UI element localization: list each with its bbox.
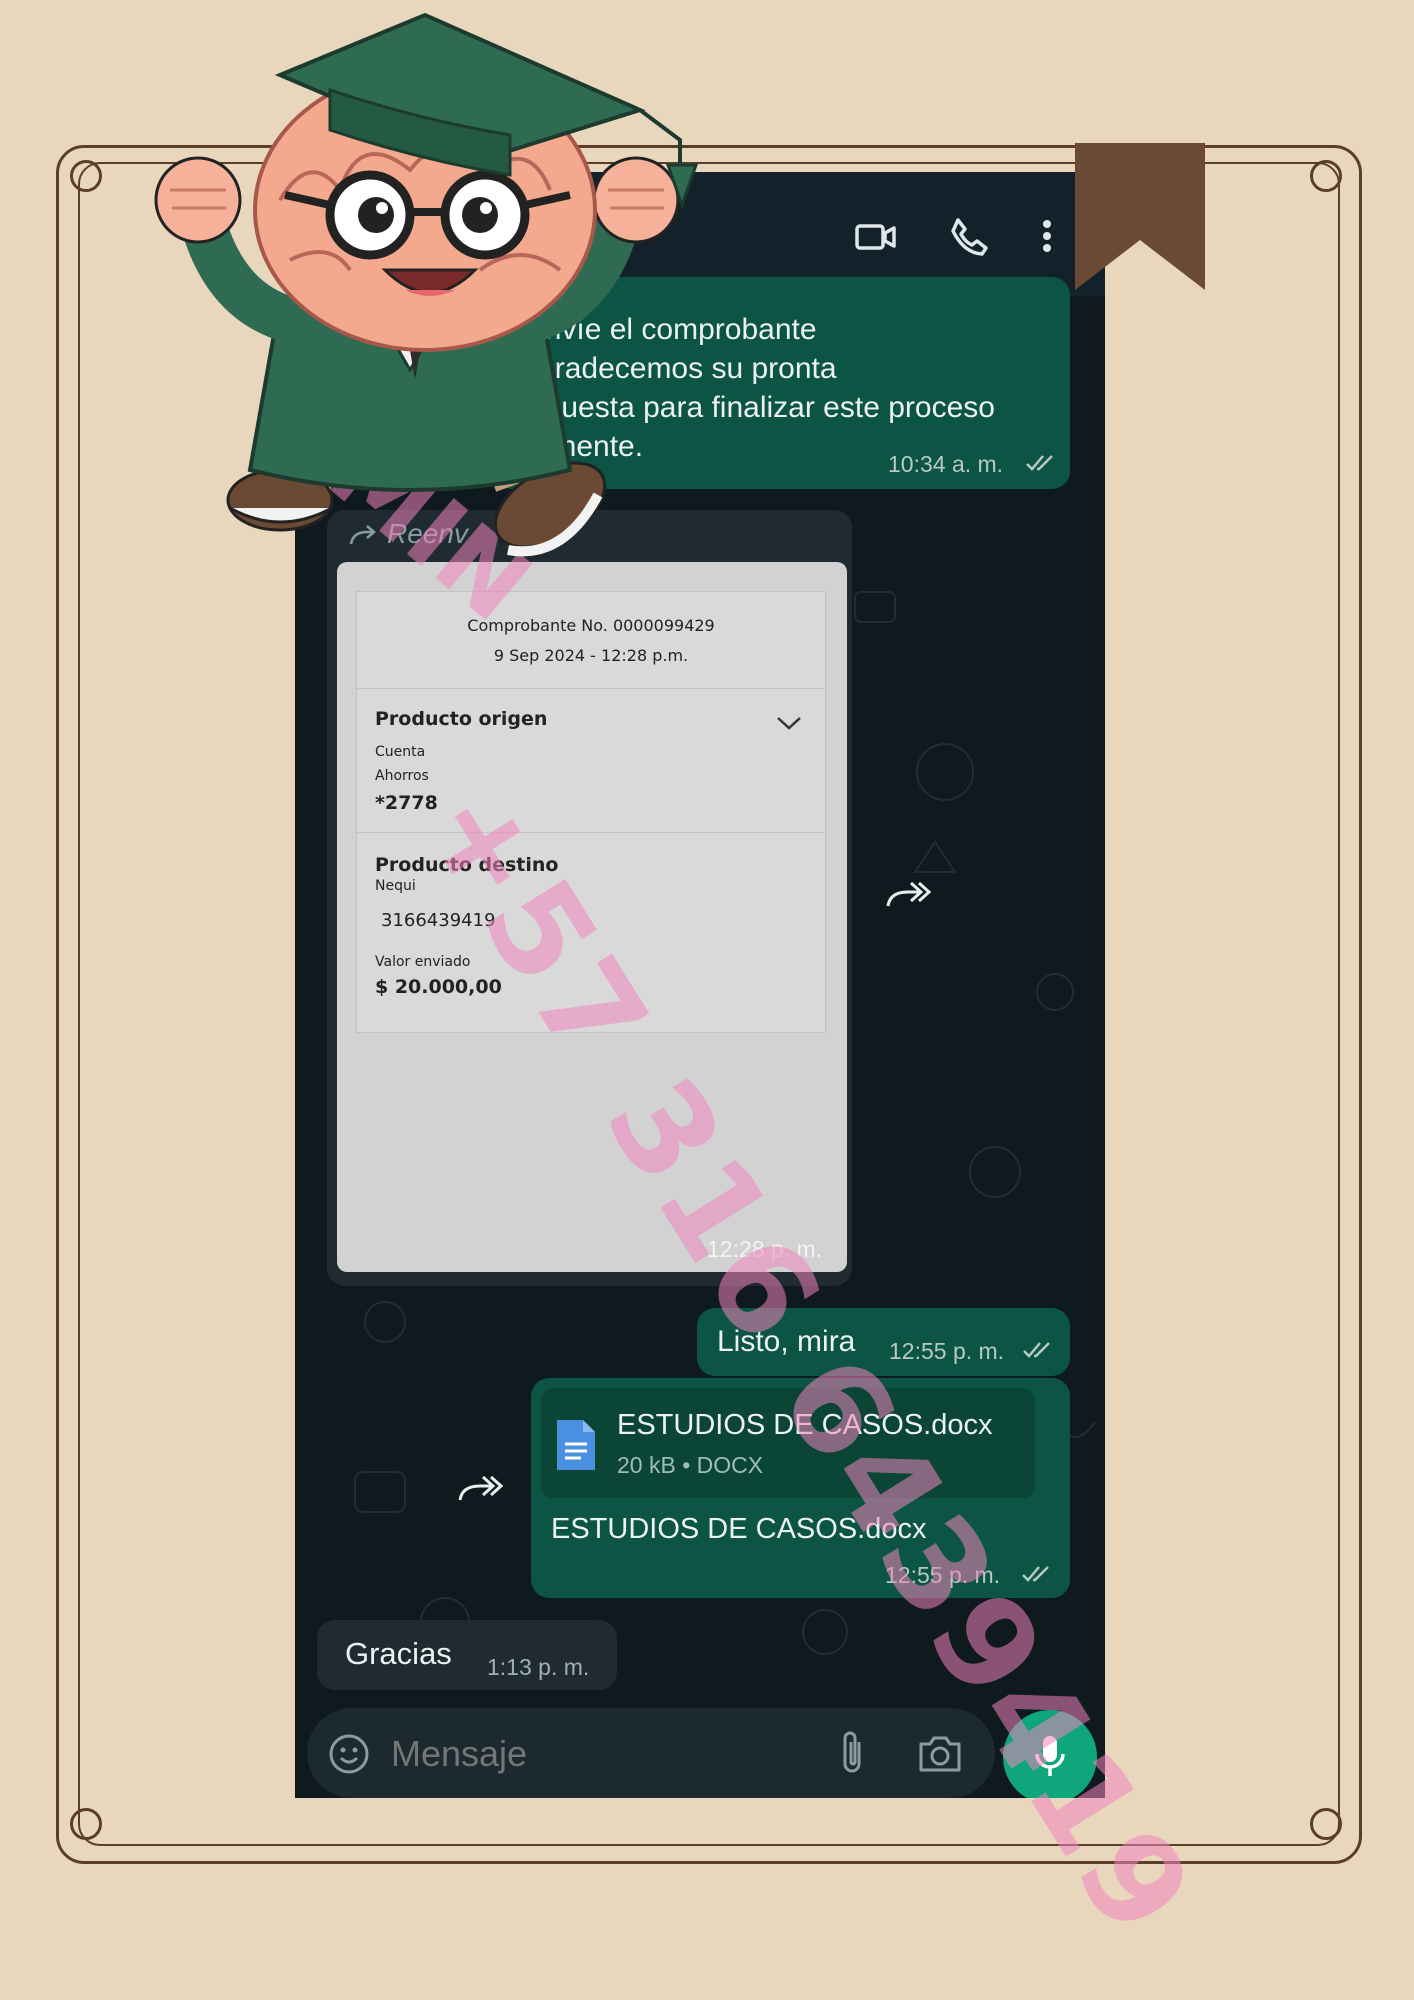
origin-subtype: Ahorros <box>375 768 429 784</box>
document-icon <box>557 1420 595 1470</box>
more-options-icon[interactable] <box>1035 212 1059 260</box>
frame-corner-ornament <box>70 1808 102 1840</box>
message-time: 12:55 p. m. <box>889 1338 1005 1364</box>
incoming-message[interactable]: Gracias 1:13 p. m. <box>317 1620 617 1690</box>
phone-call-icon[interactable] <box>945 212 993 260</box>
dest-bank: Nequi <box>375 878 416 894</box>
value-label: Valor enviado <box>375 954 471 970</box>
forward-icon[interactable] <box>455 1472 503 1506</box>
message-input-bar[interactable] <box>307 1708 995 1798</box>
video-call-icon[interactable] <box>851 212 899 260</box>
message-input[interactable] <box>389 1726 793 1782</box>
attach-icon[interactable] <box>837 1728 869 1778</box>
receipt-number: Comprobante No. 0000099429 <box>467 616 715 635</box>
emoji-icon[interactable] <box>327 1732 371 1776</box>
receipt-date: 9 Sep 2024 - 12:28 p.m. <box>493 646 689 665</box>
frame-corner-ornament <box>1310 1808 1342 1840</box>
chevron-down-icon[interactable] <box>775 714 803 732</box>
double-check-icon <box>1023 1342 1050 1358</box>
message-text: Gracias <box>345 1636 452 1671</box>
frame-corner-ornament <box>1310 160 1342 192</box>
double-check-icon <box>1026 455 1053 471</box>
message-time: 1:13 p. m. <box>487 1654 590 1680</box>
origin-title: Producto origen <box>375 708 548 730</box>
document-meta: 20 kB • DOCX <box>617 1452 764 1478</box>
forward-icon[interactable] <box>883 878 931 912</box>
origin-account: *2778 <box>375 792 438 814</box>
graduate-brain-mascot <box>154 12 699 557</box>
divider <box>357 688 825 689</box>
message-time: 10:34 a. m. <box>888 451 1004 477</box>
origin-type: Cuenta <box>375 744 426 760</box>
